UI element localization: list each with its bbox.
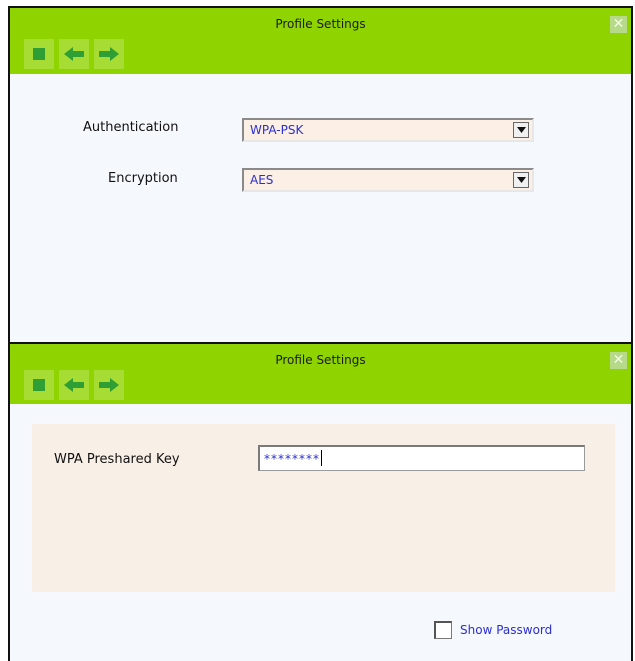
close-icon[interactable]: ✕ [610, 352, 627, 369]
title-bar: Profile Settings ✕ [10, 344, 631, 404]
encryption-select[interactable]: AES [242, 168, 534, 192]
authentication-label: Authentication [83, 120, 179, 135]
authentication-value: WPA-PSK [250, 123, 304, 137]
text-caret [321, 450, 322, 466]
back-button[interactable] [59, 39, 89, 69]
toolbar [24, 370, 124, 400]
back-arrow-icon [64, 378, 84, 392]
chevron-down-icon[interactable] [513, 122, 529, 138]
back-button[interactable] [59, 370, 89, 400]
psk-label: WPA Preshared Key [54, 452, 180, 467]
forward-arrow-icon [99, 47, 119, 61]
title-bar: Profile Settings ✕ [10, 8, 631, 74]
window-title: Profile Settings [275, 353, 366, 367]
toolbar [24, 39, 124, 69]
encryption-label: Encryption [108, 171, 178, 186]
chevron-down-icon[interactable] [513, 172, 529, 188]
back-arrow-icon [64, 47, 84, 61]
profile-settings-window-psk: Profile Settings ✕ WPA Preshared Key ***… [8, 342, 633, 661]
stop-icon [33, 48, 45, 60]
psk-input[interactable]: ******** [258, 445, 585, 471]
profile-settings-window-encryption: Profile Settings ✕ Authentication WPA-PS… [8, 6, 633, 342]
forward-button[interactable] [94, 39, 124, 69]
stop-icon [33, 379, 45, 391]
close-icon[interactable]: ✕ [610, 16, 627, 33]
window-title: Profile Settings [275, 17, 366, 31]
stop-button[interactable] [24, 370, 54, 400]
stop-button[interactable] [24, 39, 54, 69]
forward-button[interactable] [94, 370, 124, 400]
encryption-value: AES [250, 173, 274, 187]
psk-value: ******** [264, 450, 322, 466]
psk-panel: WPA Preshared Key ******** [32, 424, 615, 592]
show-password-label[interactable]: Show Password [460, 623, 552, 637]
forward-arrow-icon [99, 378, 119, 392]
authentication-select[interactable]: WPA-PSK [242, 118, 534, 142]
show-password-checkbox[interactable] [434, 621, 452, 639]
